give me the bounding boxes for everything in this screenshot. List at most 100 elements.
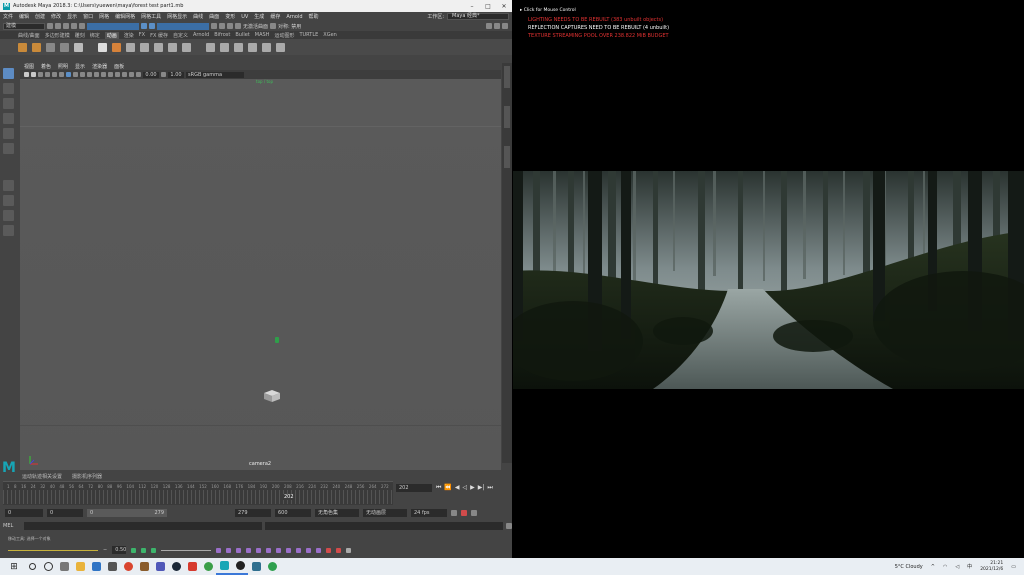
start-time-field[interactable]: 0 xyxy=(5,509,43,517)
xray-icon[interactable] xyxy=(129,72,134,77)
single-view-icon[interactable] xyxy=(3,180,14,191)
lights-icon[interactable] xyxy=(87,72,92,77)
undo-icon[interactable] xyxy=(71,23,77,29)
panel-menu-show[interactable]: 显示 xyxy=(75,63,85,70)
explorer-icon[interactable] xyxy=(72,558,88,575)
modeling-toolkit-tab[interactable] xyxy=(504,146,510,168)
paint-select-icon[interactable] xyxy=(3,98,14,109)
sidebar-toggle-icon[interactable] xyxy=(486,23,492,29)
curve-tool-10-icon[interactable] xyxy=(306,547,312,553)
ik-spline-icon[interactable] xyxy=(154,42,163,52)
steam-icon[interactable] xyxy=(168,558,184,575)
gamma-icon[interactable] xyxy=(161,72,166,77)
grid-icon[interactable] xyxy=(45,72,50,77)
attribute-editor-tab[interactable] xyxy=(504,106,510,128)
wireframe-icon[interactable] xyxy=(66,72,71,77)
symmetry-label[interactable]: 对称: 禁用 xyxy=(278,23,301,30)
menu-cache[interactable]: 缓存 xyxy=(270,13,280,20)
colorspace-dropdown[interactable]: sRGB gamma xyxy=(186,71,244,78)
zoom-out-label[interactable]: − xyxy=(103,547,107,553)
curve-tool-5-icon[interactable] xyxy=(256,547,262,553)
shelf-tab[interactable]: Arnold xyxy=(193,32,209,38)
current-frame-field[interactable]: 202 xyxy=(396,484,432,492)
app2-icon[interactable] xyxy=(136,558,152,575)
start-icon[interactable]: ⊞ xyxy=(4,562,24,572)
shelf-tab[interactable]: MASH xyxy=(255,32,270,38)
panel-menu-view[interactable]: 视图 xyxy=(24,63,34,70)
skin-bind-icon[interactable] xyxy=(168,42,177,52)
play-back-icon[interactable]: ◁ xyxy=(463,484,468,492)
menu-deform[interactable]: 变形 xyxy=(225,13,235,20)
shadows-icon[interactable] xyxy=(94,72,99,77)
tray-chevron-icon[interactable]: ^ xyxy=(931,564,935,570)
go-start-icon[interactable]: ⏮ xyxy=(436,484,441,492)
camera-object[interactable] xyxy=(262,389,282,403)
film-gate-icon[interactable] xyxy=(52,72,57,77)
character-set-field[interactable]: 无角色集 xyxy=(315,509,359,517)
taskview-icon[interactable] xyxy=(56,558,72,575)
playback-end-field[interactable]: 279 xyxy=(235,509,271,517)
smooth-shade-icon[interactable] xyxy=(73,72,78,77)
shelf-tab-active[interactable]: 动画 xyxy=(104,31,119,39)
maximize-icon[interactable]: □ xyxy=(480,3,496,10)
menu-file[interactable]: 文件 xyxy=(3,13,13,20)
orient-icon[interactable] xyxy=(262,42,271,52)
outliner-layout-icon[interactable] xyxy=(3,225,14,236)
exposure-icon[interactable] xyxy=(136,72,141,77)
keyframe-icon[interactable] xyxy=(32,42,41,52)
menu-display[interactable]: 显示 xyxy=(67,13,77,20)
save-scene-icon[interactable] xyxy=(63,23,69,29)
selection-mask[interactable] xyxy=(87,22,139,30)
unreal-icon[interactable] xyxy=(232,558,248,575)
bookmark-icon[interactable] xyxy=(31,72,36,77)
anim-layer-field[interactable]: 无动画层 xyxy=(363,509,407,517)
weather-widget[interactable]: 5°C Cloudy xyxy=(895,564,923,570)
ao-icon[interactable] xyxy=(101,72,106,77)
value-field[interactable]: 0.50 xyxy=(112,546,126,554)
render-icon[interactable] xyxy=(219,23,225,29)
curve-tool-2-icon[interactable] xyxy=(226,547,232,553)
close-icon[interactable]: ✕ xyxy=(496,3,512,10)
shelf-tab[interactable]: FX 缓存 xyxy=(150,32,168,39)
step-back-icon[interactable]: ◀ xyxy=(455,484,460,492)
panel-menu-renderer[interactable]: 渲染器 xyxy=(92,63,107,70)
menu-edit-mesh[interactable]: 编辑网格 xyxy=(115,13,135,20)
menu-create[interactable]: 创建 xyxy=(35,13,45,20)
paint-weights-icon[interactable] xyxy=(182,42,191,52)
lasso-tool-icon[interactable] xyxy=(3,83,14,94)
layout-icon[interactable] xyxy=(3,210,14,221)
joint-icon[interactable] xyxy=(112,42,121,52)
play-icon[interactable]: ▶ xyxy=(470,484,475,492)
app-icon[interactable] xyxy=(104,558,120,575)
scale-constraint-icon[interactable] xyxy=(276,42,285,52)
new-scene-icon[interactable] xyxy=(47,23,53,29)
notification-icon[interactable]: ▭ xyxy=(1011,564,1016,570)
timeline-tab[interactable]: 摄影机序列器 xyxy=(72,473,102,481)
channel-box-tab[interactable] xyxy=(504,66,510,88)
open-scene-icon[interactable] xyxy=(55,23,61,29)
set-key-icon[interactable] xyxy=(18,42,27,52)
snap-curve-icon[interactable] xyxy=(149,23,155,29)
game-viewport-window[interactable]: ▸ Click for Mouse Control LIGHTING NEEDS… xyxy=(512,0,1024,558)
key-tool-icon[interactable] xyxy=(206,42,215,52)
textured-icon[interactable] xyxy=(80,72,85,77)
menu-mesh-display[interactable]: 网格显示 xyxy=(167,13,187,20)
menu-window[interactable]: 窗口 xyxy=(83,13,93,20)
curve-tool-13-icon[interactable] xyxy=(336,547,342,553)
curve-tool-3-icon[interactable] xyxy=(236,547,242,553)
scale-tool-icon[interactable] xyxy=(3,143,14,154)
symmetry-icon[interactable] xyxy=(270,23,277,29)
range-bar[interactable]: 0 279 xyxy=(87,509,167,517)
motion-blur-icon[interactable] xyxy=(108,72,113,77)
forest-render[interactable] xyxy=(513,171,1024,389)
four-view-icon[interactable] xyxy=(3,195,14,206)
panel-menu-shading[interactable]: 着色 xyxy=(41,63,51,70)
cortana-icon[interactable] xyxy=(40,558,56,575)
graph-editor-icon[interactable] xyxy=(46,42,55,52)
panel-menu-lighting[interactable]: 照明 xyxy=(58,63,68,70)
resolution-gate-icon[interactable] xyxy=(59,72,64,77)
wps-icon[interactable] xyxy=(184,558,200,575)
pin-icon[interactable] xyxy=(140,42,149,52)
curve-tool-1-icon[interactable] xyxy=(216,547,222,553)
teams-icon[interactable] xyxy=(152,558,168,575)
